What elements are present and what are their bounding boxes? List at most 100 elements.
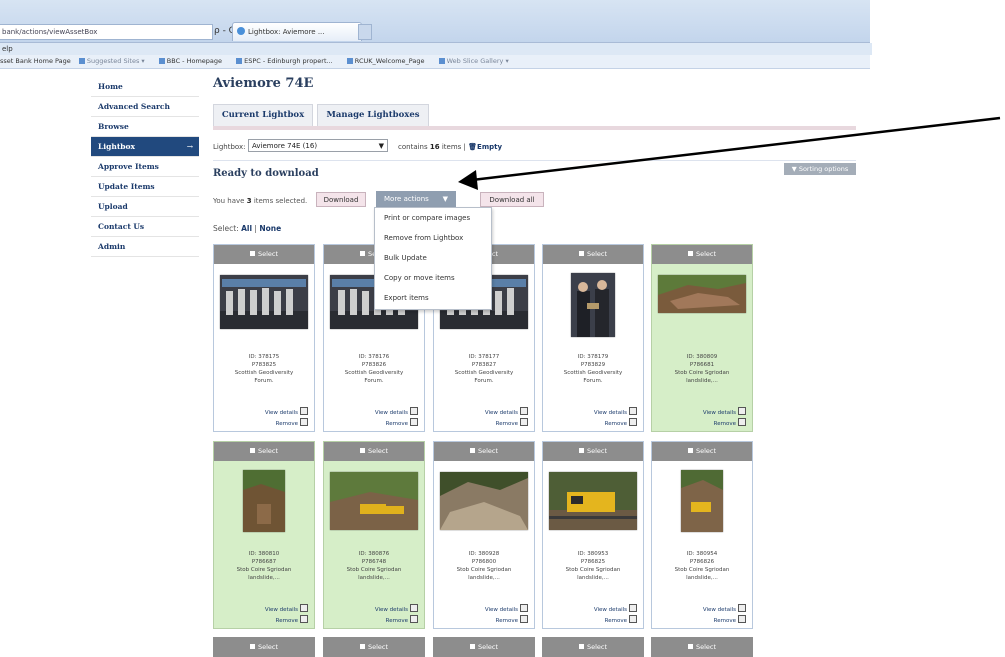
more-actions-button[interactable]: More actions ▼: [376, 191, 456, 207]
card-select-toggle[interactable]: Select: [324, 442, 424, 461]
view-details-link[interactable]: View details: [703, 604, 746, 615]
card-select-toggle[interactable]: Select: [652, 442, 752, 461]
card-thumbnail[interactable]: [330, 472, 418, 530]
select-all-link[interactable]: All: [241, 224, 252, 233]
remove-link[interactable]: Remove: [703, 615, 746, 626]
fav-item[interactable]: RCUK_Welcome_Page: [346, 57, 431, 65]
remove-link[interactable]: Remove: [594, 615, 637, 626]
card-select-toggle[interactable]: Select: [213, 637, 315, 657]
sidebar-item-home[interactable]: Home: [91, 77, 199, 97]
divider: [213, 160, 856, 161]
tab-current-lightbox[interactable]: Current Lightbox: [213, 104, 313, 126]
selected-count-text: You have 3 items selected.: [213, 197, 308, 205]
sidebar-item-approve-items[interactable]: Approve Items: [91, 157, 199, 177]
card-thumbnail[interactable]: [681, 470, 723, 532]
download-button[interactable]: Download: [316, 192, 366, 207]
web-slice-icon: [438, 58, 445, 64]
card-select-toggle[interactable]: Select: [542, 637, 644, 657]
checkbox-icon: [578, 448, 584, 453]
checkbox-checked-icon: [249, 448, 255, 453]
remove-link[interactable]: Remove: [485, 418, 528, 429]
card-thumbnail[interactable]: [243, 470, 285, 532]
remove-link[interactable]: Remove: [265, 615, 308, 626]
lightbox-card: Select ID: 380809 P786681 Stob Coire Sgrio…: [651, 244, 753, 432]
fav-item[interactable]: Web Slice Gallery ▾: [438, 57, 515, 65]
view-details-link[interactable]: View details: [703, 407, 746, 418]
sidebar-item-upload[interactable]: Upload: [91, 197, 199, 217]
checkbox-icon: [359, 644, 365, 649]
card-select-toggle[interactable]: Select: [434, 442, 534, 461]
lightbox-card: Select ID: 380953 P786825 Stob Coire Sgrio…: [542, 441, 644, 629]
browser-tab[interactable]: Lightbox: Aviemore ...: [232, 22, 362, 41]
view-details-link[interactable]: View details: [485, 604, 528, 615]
remove-link[interactable]: Remove: [703, 418, 746, 429]
view-details-link[interactable]: View details: [375, 604, 418, 615]
card-thumbnail[interactable]: [571, 273, 615, 337]
remove-link[interactable]: Remove: [375, 418, 418, 429]
sorting-options-button[interactable]: ▼ Sorting options: [784, 163, 856, 175]
fav-item[interactable]: Suggested Sites ▾: [78, 57, 151, 65]
details-icon: [410, 604, 418, 612]
menu-item-print-compare[interactable]: Print or compare images: [375, 208, 491, 228]
card-select-toggle[interactable]: Select: [214, 245, 314, 264]
fav-item[interactable]: ESPC - Edinburgh propert...: [236, 57, 339, 65]
details-icon: [300, 604, 308, 612]
fav-item[interactable]: BBC - Homepage: [158, 57, 228, 65]
sidebar-item-advanced-search[interactable]: Advanced Search: [91, 97, 199, 117]
card-select-toggle[interactable]: Select: [433, 637, 535, 657]
espc-icon: [236, 58, 243, 64]
view-details-link[interactable]: View details: [265, 407, 308, 418]
view-details-link[interactable]: View details: [594, 407, 637, 418]
card-select-toggle[interactable]: Select: [323, 637, 425, 657]
trash-icon: 🗑: [468, 143, 478, 151]
tab-manage-lightboxes[interactable]: Manage Lightboxes: [317, 104, 429, 126]
select-none-link[interactable]: None: [259, 224, 281, 233]
fav-item[interactable]: sset Bank Home Page: [0, 57, 71, 65]
card-meta: ID: 380953 P786825 Stob Coire Sgriodan land…: [565, 551, 621, 581]
new-tab-button[interactable]: [358, 24, 372, 40]
card-thumbnail[interactable]: [440, 472, 528, 530]
checkbox-icon: [469, 448, 475, 453]
bbc-icon: [158, 58, 165, 64]
view-details-link[interactable]: View details: [594, 604, 637, 615]
view-details-link[interactable]: View details: [485, 407, 528, 418]
card-select-toggle[interactable]: Select: [214, 442, 314, 461]
chevron-down-icon: ▼: [442, 195, 448, 203]
lightbox-select[interactable]: Aviemore 74E (16) ▼: [248, 139, 388, 152]
address-bar[interactable]: bank/actions/viewAssetBox: [0, 24, 213, 40]
menu-item-export[interactable]: Export items: [375, 288, 491, 308]
checkbox-icon: [249, 251, 255, 256]
view-details-link[interactable]: View details: [265, 604, 308, 615]
card-select-toggle[interactable]: Select: [652, 245, 752, 264]
lightbox-label: Lightbox:: [213, 143, 246, 151]
sidebar-item-contact-us[interactable]: Contact Us: [91, 217, 199, 237]
remove-link[interactable]: Remove: [265, 418, 308, 429]
lightbox-card: Select ID: 380954 P786826 Stob Coire Sgrio…: [651, 441, 753, 629]
card-select-toggle[interactable]: Select: [543, 442, 643, 461]
sidebar-item-admin[interactable]: Admin: [91, 237, 199, 257]
card-thumbnail[interactable]: [220, 275, 308, 329]
remove-link[interactable]: Remove: [375, 615, 418, 626]
menu-bar[interactable]: elp: [0, 43, 872, 55]
details-icon: [629, 407, 637, 415]
card-select-toggle[interactable]: Select: [651, 637, 753, 657]
favorites-bar: sset Bank Home Page Suggested Sites ▾ BB…: [0, 55, 870, 69]
checkbox-checked-icon: [359, 448, 365, 453]
sidebar-item-lightbox[interactable]: Lightbox →: [91, 137, 199, 157]
sidebar-item-browse[interactable]: Browse: [91, 117, 199, 137]
card-select-toggle[interactable]: Select: [543, 245, 643, 264]
download-all-button[interactable]: Download all: [480, 192, 544, 207]
sidebar-item-update-items[interactable]: Update Items: [91, 177, 199, 197]
remove-link[interactable]: Remove: [594, 418, 637, 429]
empty-lightbox-link[interactable]: 🗑Empty: [468, 143, 502, 151]
menu-item-remove-from-lightbox[interactable]: Remove from Lightbox: [375, 228, 491, 248]
remove-link[interactable]: Remove: [485, 615, 528, 626]
view-details-link[interactable]: View details: [375, 407, 418, 418]
tab-favicon-icon: [237, 27, 245, 35]
card-thumbnail[interactable]: [549, 472, 637, 530]
card-thumbnail[interactable]: [658, 275, 746, 313]
details-icon: [738, 407, 746, 415]
select-all-none: Select: All | None: [213, 224, 282, 233]
menu-item-bulk-update[interactable]: Bulk Update: [375, 248, 491, 268]
menu-item-copy-move[interactable]: Copy or move items: [375, 268, 491, 288]
